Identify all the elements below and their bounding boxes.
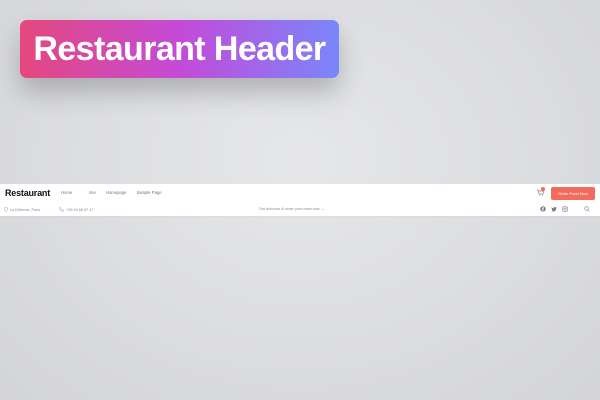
nav-item-dev[interactable]: dev [89, 190, 96, 195]
search-icon[interactable] [584, 206, 590, 212]
cart-count-dot [541, 187, 545, 191]
address-text: La Défense, Paris [10, 207, 41, 212]
phone-icon [59, 207, 64, 212]
social-links [540, 206, 568, 212]
instagram-icon[interactable] [562, 206, 568, 212]
twitter-icon[interactable] [551, 206, 557, 212]
phone[interactable]: +33 64 68 87 47 [59, 207, 94, 212]
promo-link[interactable]: Get discount & order your meal now → [259, 207, 324, 211]
facebook-icon[interactable] [540, 206, 546, 212]
nav-item-home[interactable]: Home [61, 190, 72, 195]
badge-title: Restaurant Header [33, 29, 326, 68]
cart-icon[interactable] [536, 187, 545, 196]
address: La Défense, Paris [4, 207, 40, 212]
header-main-row: Restaurant Home dev Homepage Sample Page… [0, 184, 600, 203]
location-pin-icon [4, 207, 8, 212]
nav-item-sample-page[interactable]: Sample Page [136, 190, 161, 195]
site-logo[interactable]: Restaurant [5, 188, 50, 198]
phone-text: +33 64 68 87 47 [66, 207, 94, 212]
title-badge: Restaurant Header [20, 20, 339, 78]
order-food-button[interactable]: Order Food Now [551, 187, 595, 200]
nav-item-homepage[interactable]: Homepage [106, 190, 127, 195]
main-nav: Home dev Homepage Sample Page [61, 190, 162, 195]
restaurant-header: Restaurant Home dev Homepage Sample Page… [0, 184, 600, 216]
header-info-row: La Défense, Paris +33 64 68 87 47 Get di… [0, 204, 600, 216]
